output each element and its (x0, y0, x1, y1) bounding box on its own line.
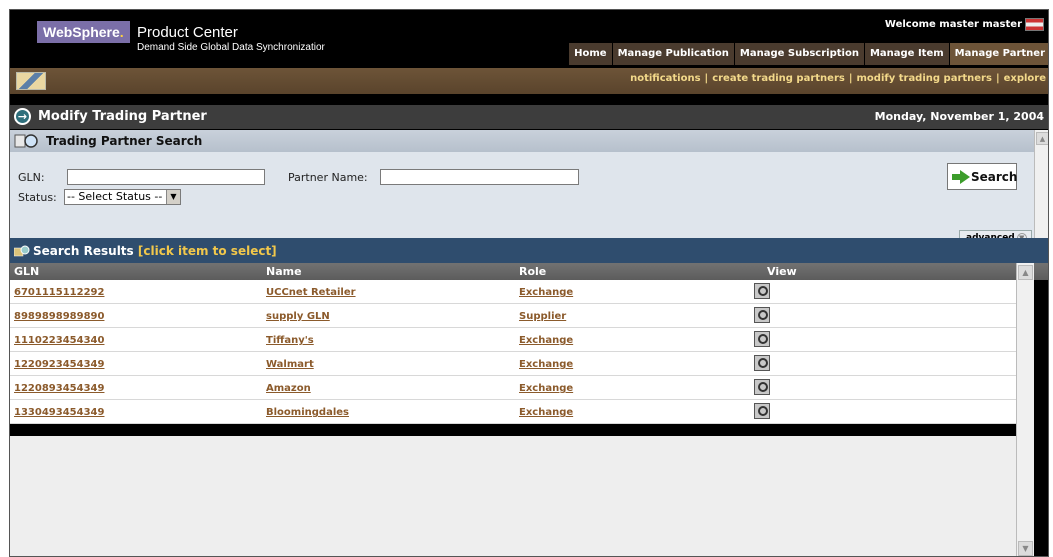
results-column-header: GLN Name Role View (10, 263, 1048, 280)
name-link[interactable]: supply GLN (266, 311, 330, 322)
results-scrollbar[interactable]: ▲ ▼ (1016, 263, 1034, 556)
search-panel-header: Trading Partner Search (10, 130, 1034, 152)
search-button[interactable]: Search (947, 163, 1017, 190)
search-panel-title: Trading Partner Search (46, 134, 203, 148)
product-name: Product Center (137, 24, 238, 41)
results-table: 6701115112292 UCCnet Retailer Exchange 8… (10, 280, 1016, 424)
nav-home[interactable]: Home (568, 43, 612, 65)
gln-input[interactable] (67, 169, 265, 185)
link-explore[interactable]: explore (1004, 73, 1046, 84)
table-row[interactable]: 1110223454340 Tiffany's Exchange (10, 328, 1016, 352)
results-hint: [click item to select] (137, 244, 277, 258)
role-link[interactable]: Exchange (519, 335, 573, 346)
gln-link[interactable]: 1110223454340 (14, 335, 104, 346)
table-row[interactable]: 6701115112292 UCCnet Retailer Exchange (10, 280, 1016, 304)
chevron-down-icon: ▼ (166, 190, 180, 204)
gln-label: GLN: (18, 171, 45, 184)
gln-link[interactable]: 1220923454349 (14, 359, 104, 370)
app-window: WebSphere. Product Center Demand Side Gl… (9, 9, 1049, 557)
role-link[interactable]: Exchange (519, 407, 573, 418)
sub-links: notifications | create trading partners | mo… (630, 73, 1046, 84)
flag-icon[interactable] (1025, 18, 1044, 31)
col-role[interactable]: Role (519, 265, 546, 278)
role-link[interactable]: Supplier (519, 311, 566, 322)
name-link[interactable]: Bloomingdales (266, 407, 349, 418)
partner-icon (16, 72, 46, 90)
link-notifications[interactable]: notifications (630, 73, 700, 84)
table-row[interactable]: 1330493454349 Bloomingdales Exchange (10, 400, 1016, 424)
gln-link[interactable]: 6701115112292 (14, 287, 104, 298)
results-title: Search Results [click item to select] (33, 244, 277, 258)
view-icon[interactable] (754, 355, 770, 371)
search-panel-scrollbar[interactable]: ▲ (1034, 130, 1048, 238)
status-select[interactable]: -- Select Status -- ▼ (64, 189, 181, 205)
col-gln[interactable]: GLN (14, 265, 39, 278)
welcome-message: Welcome master master (885, 18, 1044, 31)
link-modify-trading-partners[interactable]: modify trading partners (857, 73, 992, 84)
results-header: Search Results [click item to select] (10, 238, 1048, 263)
page-title-bar: → Modify Trading Partner Monday, Novembe… (10, 105, 1048, 129)
nav-manage-item[interactable]: Manage Item (863, 43, 949, 65)
status-label: Status: (18, 191, 57, 204)
page-title: Modify Trading Partner (38, 109, 207, 124)
scroll-down-icon[interactable]: ▼ (1018, 541, 1033, 556)
gln-link[interactable]: 1220893454349 (14, 383, 104, 394)
view-icon[interactable] (754, 403, 770, 419)
binoculars-icon (14, 134, 38, 148)
nav-manage-publication[interactable]: Manage Publication (611, 43, 734, 65)
header: WebSphere. Product Center Demand Side Gl… (10, 10, 1048, 68)
role-link[interactable]: Exchange (519, 359, 573, 370)
table-row[interactable]: 8989898989890 supply GLN Supplier (10, 304, 1016, 328)
role-link[interactable]: Exchange (519, 383, 573, 394)
nav-manage-subscription[interactable]: Manage Subscription (733, 43, 864, 65)
arrow-circle-icon: → (14, 108, 31, 125)
partner-name-input[interactable] (380, 169, 579, 185)
scroll-up-icon[interactable]: ▲ (1018, 265, 1033, 280)
results-icon (14, 245, 30, 257)
page-date: Monday, November 1, 2004 (874, 110, 1044, 123)
results-empty-area (10, 436, 1016, 556)
name-link[interactable]: UCCnet Retailer (266, 287, 356, 298)
gln-link[interactable]: 8989898989890 (14, 311, 104, 322)
nav-manage-partner[interactable]: Manage Partner (948, 43, 1048, 65)
product-subtitle: Demand Side Global Data Synchronizatior (137, 42, 325, 53)
col-name[interactable]: Name (266, 265, 302, 278)
role-link[interactable]: Exchange (519, 287, 573, 298)
gln-link[interactable]: 1330493454349 (14, 407, 104, 418)
view-icon[interactable] (754, 331, 770, 347)
table-row[interactable]: 1220923454349 Walmart Exchange (10, 352, 1016, 376)
name-link[interactable]: Walmart (266, 359, 314, 370)
view-icon[interactable] (754, 307, 770, 323)
table-row[interactable]: 1220893454349 Amazon Exchange (10, 376, 1016, 400)
sub-navigation-bar: notifications | create trading partners | mo… (10, 68, 1048, 94)
link-create-trading-partners[interactable]: create trading partners (712, 73, 845, 84)
col-view: View (767, 265, 797, 278)
view-icon[interactable] (754, 283, 770, 299)
main-nav: Home Manage Publication Manage Subscript… (568, 43, 1048, 65)
name-link[interactable]: Amazon (266, 383, 311, 394)
search-panel: Trading Partner Search ▲ GLN: Partner Na… (10, 130, 1048, 247)
name-link[interactable]: Tiffany's (266, 335, 314, 346)
view-icon[interactable] (754, 379, 770, 395)
websphere-logo: WebSphere. (37, 21, 130, 43)
green-arrow-icon (952, 169, 970, 184)
partner-name-label: Partner Name: (288, 171, 368, 184)
